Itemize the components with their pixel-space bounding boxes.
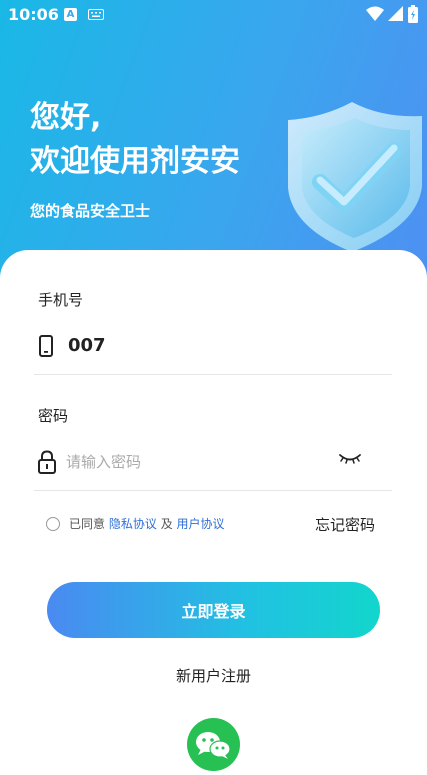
phone-icon bbox=[39, 335, 53, 357]
status-time: 10:06 bbox=[8, 5, 59, 24]
user-agreement-link[interactable]: 用户协议 bbox=[177, 515, 225, 532]
status-bar: 10:06 A bbox=[0, 0, 427, 30]
agreement-row: 已同意 隐私协议 及 用户协议 bbox=[46, 515, 225, 532]
subtitle: 您的食品安全卫士 bbox=[30, 202, 151, 220]
lock-icon bbox=[38, 450, 56, 474]
agreement-and: 及 bbox=[160, 517, 173, 531]
password-label: 密码 bbox=[38, 407, 69, 425]
wechat-icon bbox=[196, 732, 231, 759]
password-input[interactable] bbox=[66, 449, 326, 475]
greeting-text: 您好, bbox=[30, 100, 102, 135]
wifi-icon bbox=[366, 6, 384, 21]
register-link[interactable]: 新用户注册 bbox=[0, 665, 427, 686]
phone-input[interactable]: 007 bbox=[68, 335, 106, 356]
agreement-prefix: 已同意 bbox=[69, 517, 106, 531]
forgot-password-link[interactable]: 忘记密码 bbox=[315, 514, 375, 535]
a-indicator-icon: A bbox=[64, 8, 77, 21]
keyboard-icon bbox=[88, 9, 104, 20]
battery-icon bbox=[408, 5, 418, 23]
phone-label: 手机号 bbox=[38, 291, 84, 309]
shield-check-icon bbox=[288, 102, 422, 252]
login-button[interactable]: 立即登录 bbox=[47, 582, 380, 638]
signal-icon bbox=[388, 6, 403, 21]
welcome-heading: 您好, 欢迎使用剂安安 bbox=[30, 96, 240, 184]
agreement-checkbox[interactable] bbox=[46, 516, 60, 531]
privacy-policy-link[interactable]: 隐私协议 bbox=[109, 515, 157, 532]
welcome-text: 欢迎使用剂安安 bbox=[30, 144, 240, 179]
phone-divider bbox=[34, 374, 392, 375]
login-card bbox=[0, 250, 427, 770]
password-divider bbox=[34, 490, 392, 491]
wechat-login-button[interactable] bbox=[187, 718, 240, 771]
eye-closed-icon[interactable] bbox=[338, 452, 362, 466]
